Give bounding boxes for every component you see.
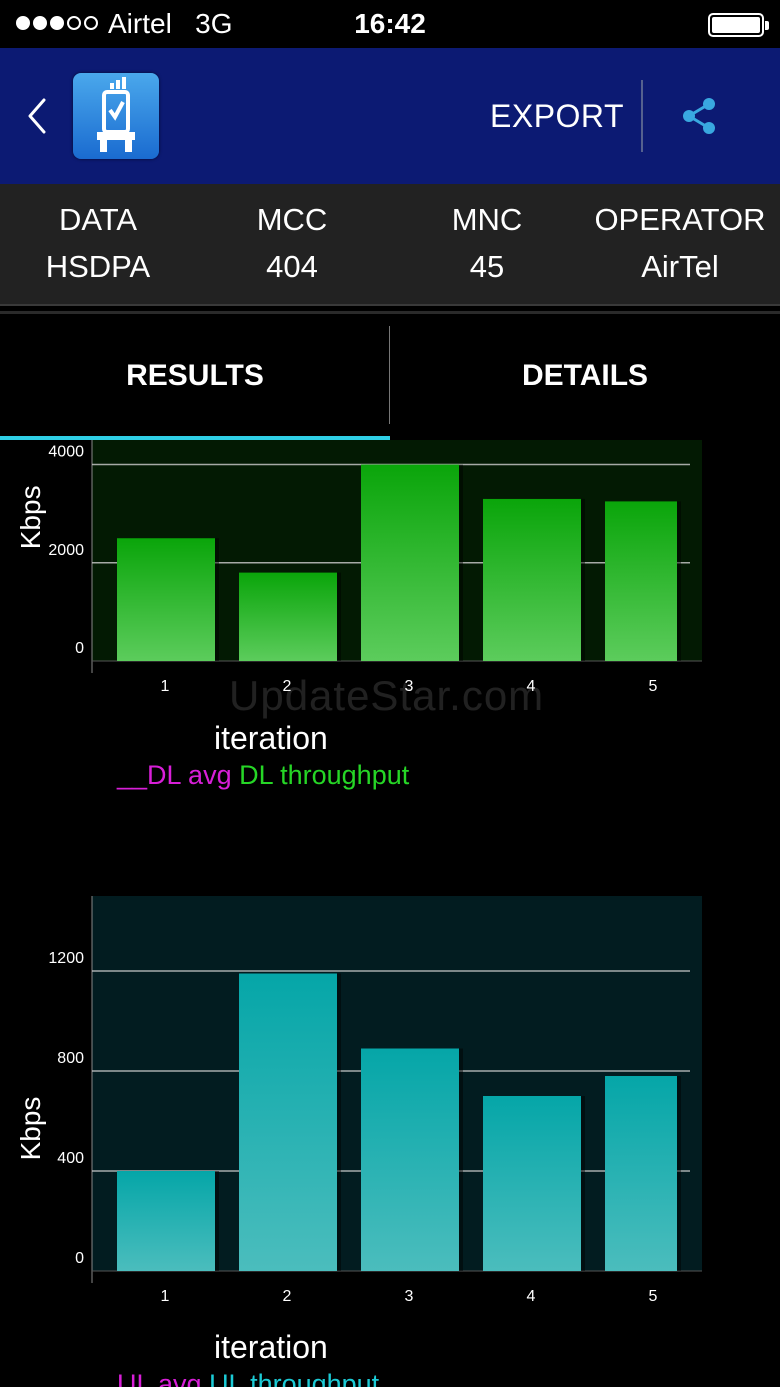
bar: [239, 973, 337, 1271]
x-tick-label: 5: [649, 678, 658, 695]
status-bar: Airtel 3G 16:42: [0, 0, 780, 48]
y-tick-label: 0: [75, 640, 84, 657]
legend-avg: __DL avg: [117, 760, 232, 790]
x-axis-title: iteration: [214, 720, 328, 756]
y-axis-title: Kbps: [15, 485, 46, 549]
info-value: 45: [469, 249, 505, 284]
ul-throughput-chart: 0 400 800 1200 1 2 3 4 5 Kbps iteration UL avg UL…: [0, 893, 780, 1387]
bar: [117, 538, 215, 661]
info-value: 404: [266, 249, 318, 284]
bar: [117, 1171, 215, 1271]
x-tick-label: 5: [649, 1288, 658, 1305]
dl-throughput-chart: 0 2000 4000 1 2 3 4 5 Kbps iteration __DL avg DL…: [0, 440, 780, 800]
chevron-left-icon[interactable]: [22, 96, 52, 136]
info-label: MNC: [451, 202, 523, 237]
chart-legend: __DL avg DL throughput: [117, 760, 409, 791]
export-button[interactable]: EXPORT: [490, 98, 624, 135]
y-tick-label: 1200: [48, 950, 84, 967]
x-tick-label: 1: [161, 678, 170, 695]
info-value: HSDPA: [45, 249, 151, 284]
bar: [483, 498, 581, 661]
legend-throughput: DL throughput: [239, 760, 410, 790]
header-divider: [641, 80, 643, 152]
bar: [361, 464, 459, 661]
info-label: DATA: [58, 202, 138, 237]
bar: [483, 1096, 581, 1271]
y-axis-title: Kbps: [15, 1097, 46, 1161]
bar: [605, 501, 677, 661]
x-tick-label: 4: [527, 1288, 536, 1305]
y-tick-label: 4000: [48, 444, 84, 461]
legend-throughput: UL throughput: [209, 1369, 380, 1387]
info-label: OPERATOR: [594, 202, 766, 237]
network-info-bar: DATA HSDPA MCC 404 MNC 45 OPERATOR AirTe…: [0, 184, 780, 306]
chart-legend: UL avg UL throughput: [117, 1369, 379, 1387]
x-tick-label: 2: [283, 1288, 292, 1305]
y-tick-label: 800: [57, 1050, 84, 1067]
bar: [361, 1048, 459, 1271]
legend-avg: UL avg: [117, 1369, 202, 1387]
share-icon[interactable]: [680, 96, 720, 136]
bar: [239, 572, 337, 661]
y-tick-label: 2000: [48, 542, 84, 559]
battery-icon: [708, 13, 769, 37]
clock: 16:42: [354, 8, 426, 39]
info-operator: OPERATOR AirTel: [590, 196, 770, 290]
dl-chart-svg: 0200040001 2 3 4 5Kbps: [15, 440, 702, 695]
bar: [605, 1076, 677, 1271]
watermark: UpdateStar.com: [229, 672, 545, 719]
x-axis-title: iteration: [214, 1329, 328, 1365]
tab-details[interactable]: DETAILS: [390, 326, 780, 426]
info-data: DATA HSDPA: [18, 196, 178, 290]
info-mnc: MNC 45: [407, 196, 567, 290]
info-label: MCC: [256, 202, 328, 237]
x-tick-label: 1: [161, 1288, 170, 1305]
divider: [0, 311, 780, 314]
app-header: EXPORT: [0, 48, 780, 184]
app-logo-icon: [73, 73, 159, 159]
y-tick-label: 0: [75, 1250, 84, 1267]
ul-chart-svg: 0 400 800 1200 1 2 3 4 5 Kbps: [15, 896, 702, 1305]
x-tick-label: 3: [405, 1288, 414, 1305]
y-tick-label: 400: [57, 1150, 84, 1167]
info-value: AirTel: [641, 249, 719, 284]
tab-results[interactable]: RESULTS: [0, 326, 390, 426]
info-mcc: MCC 404: [212, 196, 372, 290]
